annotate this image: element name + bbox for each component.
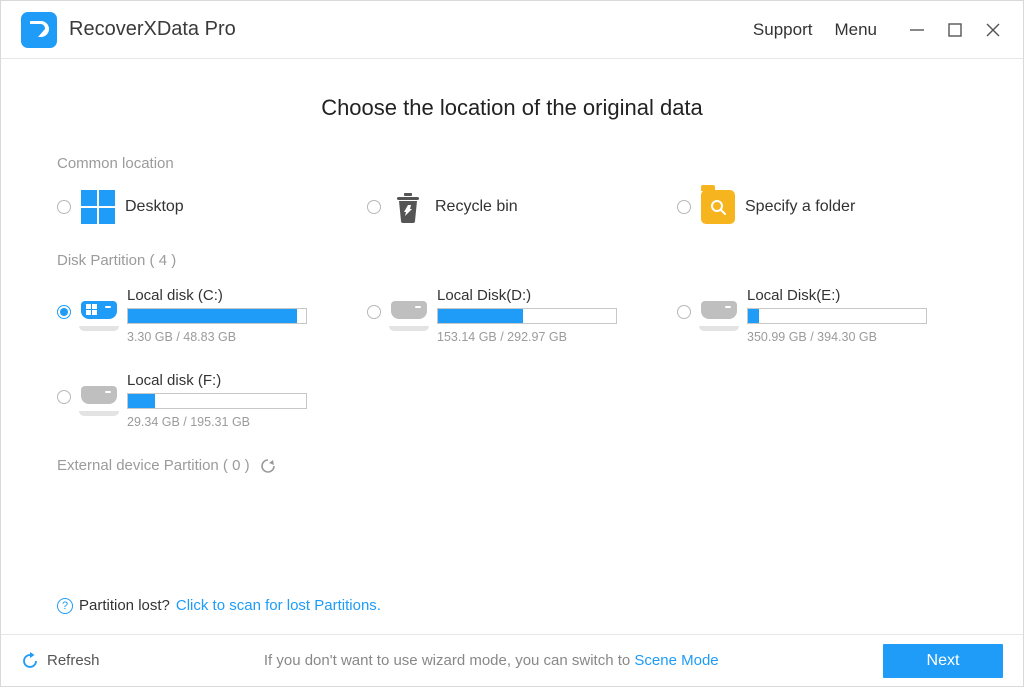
- minimize-button[interactable]: [907, 20, 927, 40]
- usage-fill: [438, 309, 523, 323]
- disk-row-1: Local disk (C:) 3.30 GB / 48.83 GB Local…: [57, 287, 967, 344]
- disk-e[interactable]: Local Disk(E:) 350.99 GB / 394.30 GB: [677, 287, 967, 344]
- disk-f[interactable]: Local disk (F:) 29.34 GB / 195.31 GB: [57, 372, 347, 429]
- disk-name: Local Disk(E:): [747, 287, 967, 304]
- disk-d[interactable]: Local Disk(D:) 153.14 GB / 292.97 GB: [367, 287, 657, 344]
- refresh-label: Refresh: [47, 652, 100, 669]
- drive-icon: [391, 301, 427, 329]
- disk-c[interactable]: Local disk (C:) 3.30 GB / 48.83 GB: [57, 287, 347, 344]
- location-label: Desktop: [125, 198, 184, 216]
- radio-disk-d[interactable]: [367, 305, 381, 319]
- partition-lost-hint: ? Partition lost? Click to scan for lost…: [57, 597, 381, 614]
- hint-text: Partition lost?: [79, 597, 170, 614]
- help-icon: ?: [57, 598, 73, 614]
- disk-size: 153.14 GB / 292.97 GB: [437, 330, 657, 344]
- app-logo: [21, 12, 57, 48]
- drive-icon: [701, 301, 737, 329]
- location-desktop[interactable]: Desktop: [57, 190, 347, 224]
- section-external-label: External device Partition ( 0 ): [57, 457, 250, 474]
- windows-icon: [81, 190, 115, 224]
- app-title: RecoverXData Pro: [69, 18, 236, 41]
- radio-disk-e[interactable]: [677, 305, 691, 319]
- usage-bar: [437, 308, 617, 324]
- footer: Refresh If you don't want to use wizard …: [1, 634, 1023, 686]
- disk-name: Local Disk(D:): [437, 287, 657, 304]
- usage-bar: [127, 308, 307, 324]
- drive-icon: [81, 301, 117, 329]
- location-label: Specify a folder: [745, 198, 855, 216]
- refresh-button[interactable]: Refresh: [21, 652, 100, 670]
- location-label: Recycle bin: [435, 198, 518, 216]
- usage-fill: [128, 394, 155, 408]
- radio-disk-f[interactable]: [57, 390, 71, 404]
- logo-icon: [27, 18, 51, 42]
- disk-row-2: Local disk (F:) 29.34 GB / 195.31 GB: [57, 372, 967, 429]
- next-button[interactable]: Next: [883, 644, 1003, 678]
- location-recycle-bin[interactable]: Recycle bin: [367, 190, 657, 224]
- scan-lost-partitions-link[interactable]: Click to scan for lost Partitions.: [176, 597, 381, 614]
- radio-recycle[interactable]: [367, 200, 381, 214]
- page-title: Choose the location of the original data: [57, 95, 967, 121]
- usage-bar: [127, 393, 307, 409]
- footer-text: If you don't want to use wizard mode, yo…: [100, 652, 883, 669]
- section-external: External device Partition ( 0 ): [57, 457, 967, 474]
- location-specify-folder[interactable]: Specify a folder: [677, 190, 967, 224]
- disk-name: Local disk (C:): [127, 287, 347, 304]
- close-button[interactable]: [983, 20, 1003, 40]
- usage-fill: [128, 309, 297, 323]
- refresh-icon[interactable]: [260, 458, 276, 474]
- radio-folder[interactable]: [677, 200, 691, 214]
- main-content: Choose the location of the original data…: [1, 59, 1023, 634]
- footer-text-before: If you don't want to use wizard mode, yo…: [264, 652, 635, 669]
- radio-disk-c[interactable]: [57, 305, 71, 319]
- radio-desktop[interactable]: [57, 200, 71, 214]
- app-window: RecoverXData Pro Support Menu Choose the…: [0, 0, 1024, 687]
- section-common-label: Common location: [57, 155, 967, 172]
- drive-icon: [81, 386, 117, 414]
- titlebar: RecoverXData Pro Support Menu: [1, 1, 1023, 59]
- usage-fill: [748, 309, 759, 323]
- support-link[interactable]: Support: [753, 20, 813, 40]
- disk-size: 29.34 GB / 195.31 GB: [127, 415, 347, 429]
- window-controls: [907, 20, 1003, 40]
- scene-mode-link[interactable]: Scene Mode: [634, 652, 718, 669]
- section-partition-label: Disk Partition ( 4 ): [57, 252, 967, 269]
- disk-name: Local disk (F:): [127, 372, 347, 389]
- folder-search-icon: [701, 190, 735, 224]
- common-locations-row: Desktop Recycle bin Specify a folder: [57, 190, 967, 224]
- disk-size: 350.99 GB / 394.30 GB: [747, 330, 967, 344]
- maximize-button[interactable]: [945, 20, 965, 40]
- recycle-bin-icon: [391, 190, 425, 224]
- usage-bar: [747, 308, 927, 324]
- refresh-icon: [21, 652, 39, 670]
- disk-size: 3.30 GB / 48.83 GB: [127, 330, 347, 344]
- menu-link[interactable]: Menu: [834, 20, 877, 40]
